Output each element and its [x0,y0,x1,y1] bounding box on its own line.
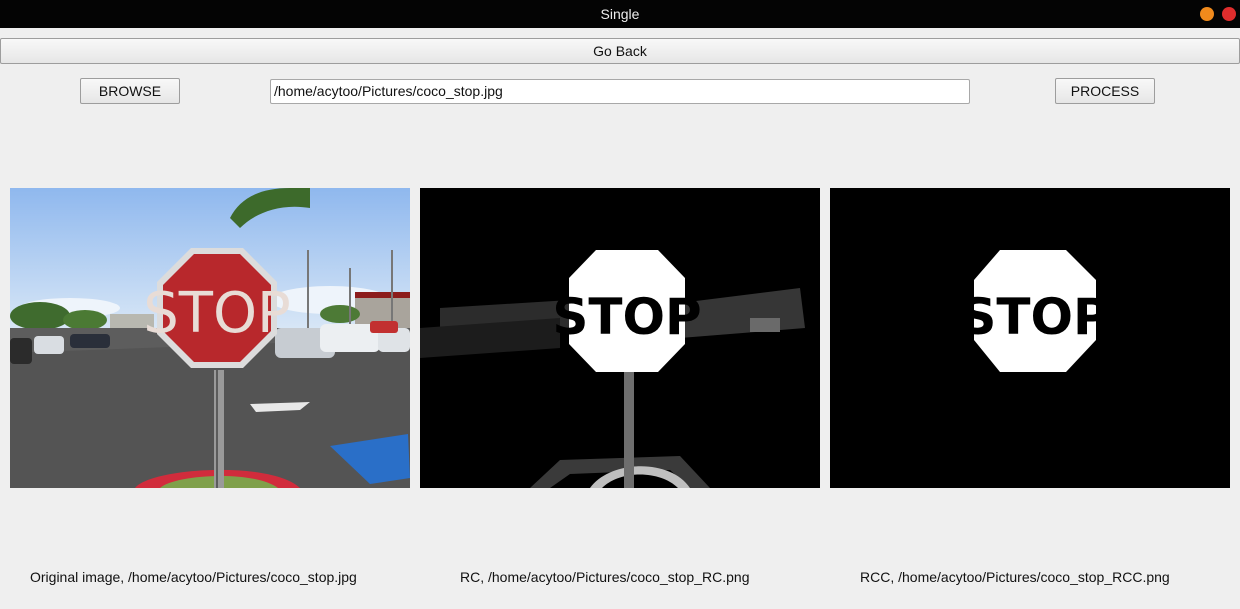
original-image: STOP [10,188,410,488]
browse-button[interactable]: BROWSE [80,78,180,104]
original-sign-text: STOP [143,281,291,346]
caption-rcc: RCC, /home/acytoo/Pictures/coco_stop_RCC… [860,569,1170,585]
caption-rc: RC, /home/acytoo/Pictures/coco_stop_RC.p… [460,569,750,585]
caption-original: Original image, /home/acytoo/Pictures/co… [30,569,357,585]
rcc-sign-text: STOP [960,288,1109,346]
rc-image: STOP [420,188,820,488]
minimize-icon[interactable] [1200,7,1214,21]
rc-sign-text: STOP [552,288,701,346]
close-icon[interactable] [1222,7,1236,21]
window-title: Single [600,6,640,22]
title-bar: Single [0,0,1240,28]
file-path-input[interactable]: /home/acytoo/Pictures/coco_stop.jpg [270,79,970,104]
go-back-button[interactable]: Go Back [0,38,1240,64]
process-button[interactable]: PROCESS [1055,78,1155,104]
rcc-image: STOP [830,188,1230,488]
